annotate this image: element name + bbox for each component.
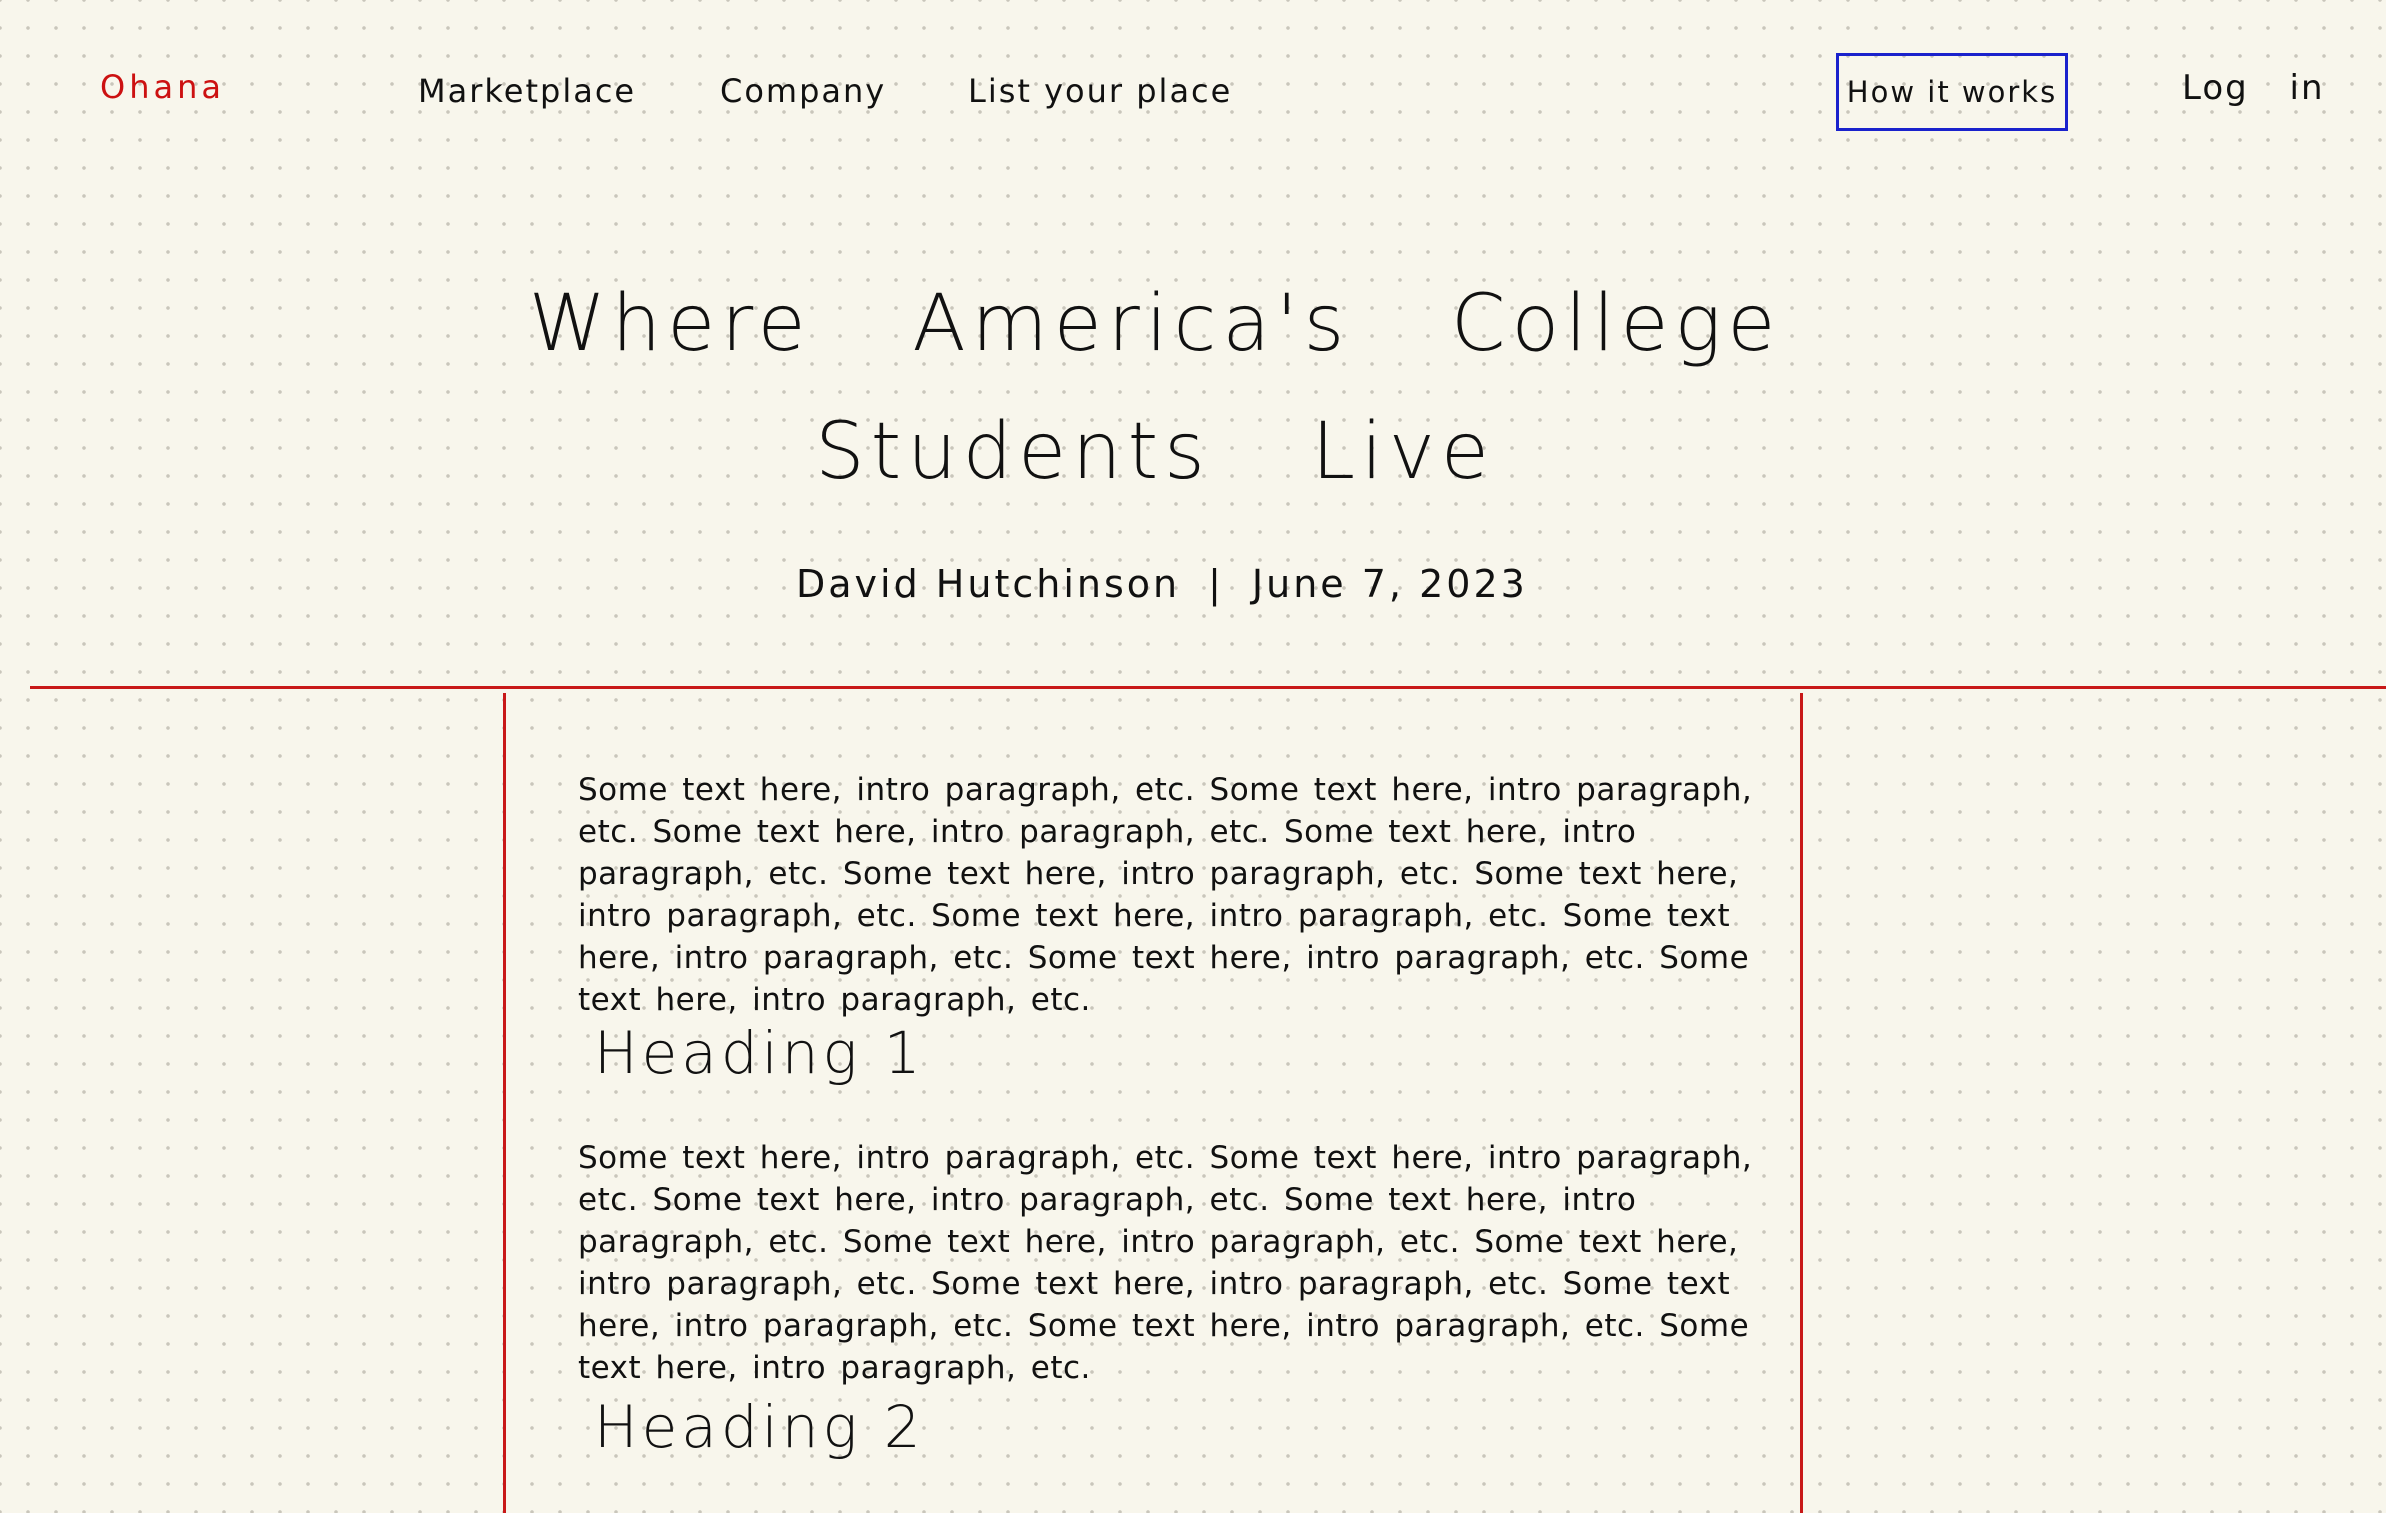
intro-paragraph: Some text here, intro paragraph, etc. So…: [578, 772, 1753, 1018]
header-divider: [30, 686, 2386, 689]
how-it-works-label: How it works: [1846, 75, 2058, 109]
section-paragraph: Some text here, intro paragraph, etc. So…: [578, 1140, 1753, 1386]
ohana-logo[interactable]: Ohana: [100, 68, 225, 106]
author-name: David Hutchinson: [796, 562, 1181, 606]
publish-date: June 7, 2023: [1251, 562, 1528, 606]
nav-link-marketplace[interactable]: Marketplace: [418, 72, 636, 110]
nav-link-list-your-place[interactable]: List your place: [968, 72, 1232, 110]
section-heading-1: Heading 1: [594, 1019, 925, 1087]
article-byline: David Hutchinson | June 7, 2023: [796, 562, 1528, 606]
how-it-works-button[interactable]: How it works: [1836, 53, 2068, 131]
section-heading-2: Heading 2: [594, 1393, 925, 1461]
article-body: Some text here, intro paragraph, etc. So…: [503, 693, 1803, 1513]
top-navigation: Ohana Marketplace Company List your plac…: [0, 0, 2386, 150]
log-in-link[interactable]: Log in: [2182, 68, 2325, 108]
byline-separator: |: [1208, 562, 1224, 606]
article-title: Where America's College Students Live: [528, 279, 1782, 497]
nav-link-company[interactable]: Company: [720, 72, 886, 110]
